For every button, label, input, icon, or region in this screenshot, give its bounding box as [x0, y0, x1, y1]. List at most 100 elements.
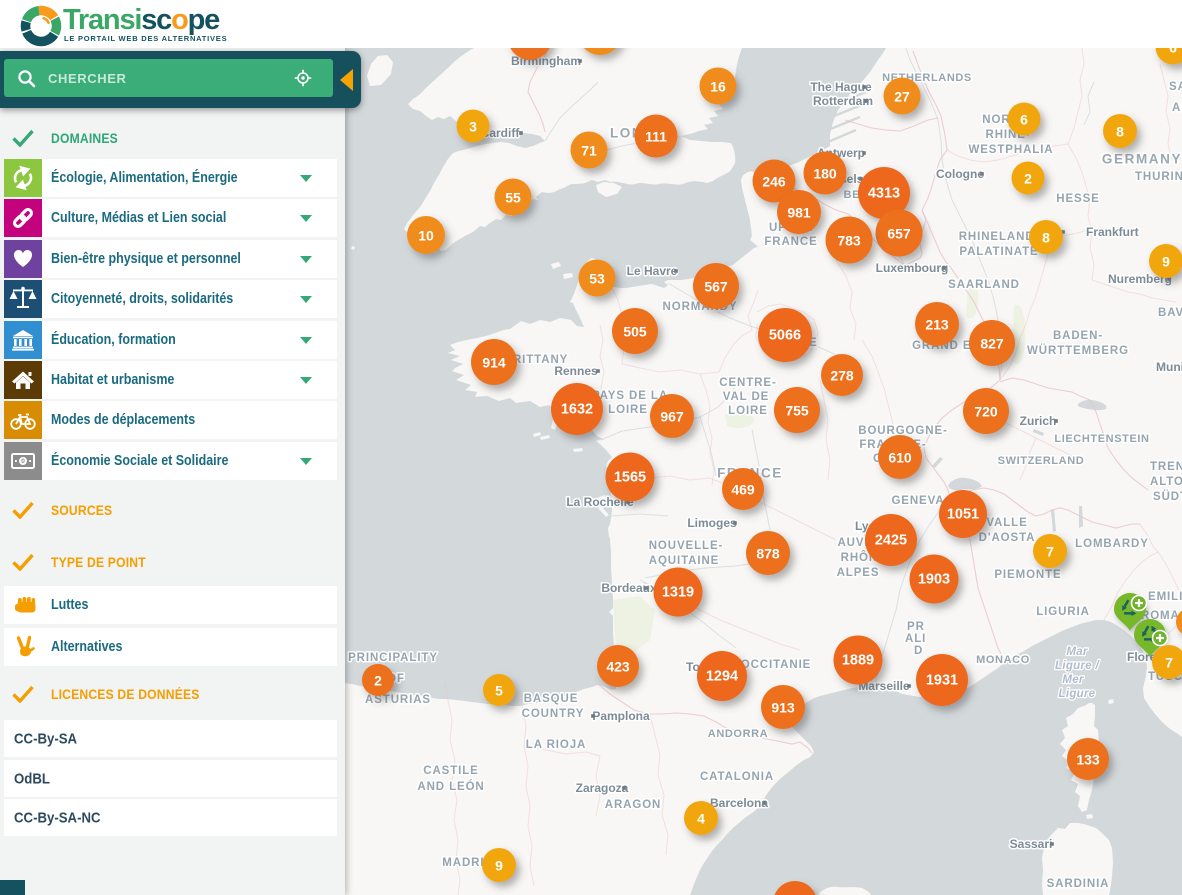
svg-text:423: 423 — [606, 659, 630, 675]
svg-text:53: 53 — [589, 271, 605, 287]
svg-text:246: 246 — [762, 174, 786, 190]
svg-text:TRENTINO-: TRENTINO- — [1150, 461, 1182, 473]
svg-text:7: 7 — [1165, 655, 1173, 671]
svg-text:Barcelona: Barcelona — [710, 796, 768, 810]
svg-text:5066: 5066 — [769, 328, 801, 344]
svg-text:SWITZERLAND: SWITZERLAND — [998, 455, 1085, 467]
svg-text:ARAGON: ARAGON — [605, 799, 662, 811]
svg-text:55: 55 — [505, 190, 521, 206]
svg-text:5: 5 — [495, 683, 503, 699]
svg-text:1565: 1565 — [614, 470, 646, 486]
svg-text:Mer: Mer — [1062, 674, 1084, 686]
svg-text:1632: 1632 — [561, 402, 593, 418]
svg-text:2: 2 — [1024, 171, 1032, 187]
svg-text:CATALONIA: CATALONIA — [700, 771, 774, 783]
svg-text:VAL DE: VAL DE — [723, 391, 770, 403]
svg-text:AND LEÓN: AND LEÓN — [417, 780, 484, 793]
svg-text:610: 610 — [888, 450, 912, 466]
svg-text:ANDORRA: ANDORRA — [708, 728, 768, 740]
svg-text:720: 720 — [974, 404, 998, 420]
svg-text:9: 9 — [1162, 254, 1170, 270]
svg-text:180: 180 — [813, 166, 837, 182]
svg-text:Limoges: Limoges — [687, 516, 737, 530]
svg-text:COUNTRY: COUNTRY — [522, 708, 585, 720]
svg-text:1889: 1889 — [842, 653, 874, 669]
svg-text:9: 9 — [495, 858, 503, 874]
svg-text:SAXONY-: SAXONY- — [1169, 81, 1182, 93]
svg-text:469: 469 — [731, 482, 755, 498]
svg-text:8: 8 — [1042, 230, 1050, 246]
svg-text:PALATINATE: PALATINATE — [959, 246, 1038, 258]
svg-text:1051: 1051 — [947, 507, 979, 523]
svg-text:71: 71 — [581, 143, 597, 159]
svg-text:Ligure: Ligure — [1059, 688, 1096, 700]
svg-text:967: 967 — [660, 409, 684, 425]
svg-text:PAYS DE LA: PAYS DE LA — [592, 390, 668, 402]
svg-text:LOIRE: LOIRE — [728, 405, 768, 417]
svg-text:657: 657 — [887, 226, 911, 242]
svg-text:914: 914 — [482, 355, 506, 371]
svg-text:133: 133 — [1076, 752, 1100, 768]
svg-text:ALTO ADIGE: ALTO ADIGE — [1150, 476, 1182, 488]
svg-text:D'AOSTA: D'AOSTA — [979, 532, 1036, 544]
svg-text:16: 16 — [710, 79, 726, 95]
svg-text:8: 8 — [1116, 124, 1124, 140]
svg-text:CASTILE: CASTILE — [423, 765, 479, 777]
svg-text:PIEMONTE: PIEMONTE — [994, 569, 1061, 581]
svg-text:1294: 1294 — [706, 669, 738, 685]
svg-text:SAARLAND: SAARLAND — [948, 279, 1020, 291]
svg-text:213: 213 — [925, 317, 949, 333]
svg-text:Bordeaux: Bordeaux — [601, 581, 657, 595]
svg-text:ALPES: ALPES — [837, 567, 880, 579]
svg-text:PRINCIPALITY: PRINCIPALITY — [348, 652, 438, 664]
svg-text:THURINGIA: THURINGIA — [1135, 171, 1182, 183]
svg-text:HESSE: HESSE — [1056, 193, 1100, 205]
svg-text:Rennes: Rennes — [554, 364, 598, 378]
svg-text:Zurich: Zurich — [1020, 414, 1057, 428]
svg-text:FRANCE: FRANCE — [764, 236, 817, 248]
svg-text:ASTURIAS: ASTURIAS — [365, 694, 431, 706]
svg-text:567: 567 — [704, 279, 728, 295]
svg-text:1319: 1319 — [662, 585, 694, 601]
svg-text:1931: 1931 — [926, 673, 958, 689]
svg-text:Luxembourg: Luxembourg — [876, 261, 949, 275]
svg-text:VALLE: VALLE — [986, 517, 1027, 529]
svg-text:Zaragoza: Zaragoza — [576, 781, 629, 795]
svg-text:BAVARIA: BAVARIA — [1158, 307, 1182, 319]
svg-text:Cologne: Cologne — [936, 167, 984, 181]
svg-text:Mar: Mar — [1066, 646, 1088, 658]
svg-text:BADEN-: BADEN- — [1053, 330, 1103, 342]
svg-text:D: D — [914, 645, 923, 657]
svg-text:Munich: Munich — [1156, 360, 1182, 374]
svg-text:CENTRE-: CENTRE- — [719, 377, 776, 389]
svg-text:GERMANY: GERMANY — [1102, 152, 1182, 167]
svg-text:27: 27 — [894, 89, 910, 105]
svg-text:4: 4 — [697, 811, 705, 827]
svg-text:MONACO: MONACO — [976, 654, 1030, 666]
svg-text:2: 2 — [374, 673, 382, 689]
svg-text:278: 278 — [830, 368, 854, 384]
svg-text:OCCITANIE: OCCITANIE — [741, 659, 812, 671]
svg-text:LIECHTENSTEIN: LIECHTENSTEIN — [1054, 433, 1149, 445]
svg-text:SÜDTIROL: SÜDTIROL — [1153, 490, 1182, 503]
svg-text:Pamplona: Pamplona — [592, 709, 650, 723]
svg-text:EMILIA-: EMILIA- — [1148, 591, 1182, 603]
svg-text:LA RIOJA: LA RIOJA — [526, 739, 586, 751]
svg-text:BASQUE: BASQUE — [524, 693, 579, 705]
svg-text:878: 878 — [756, 546, 780, 562]
svg-text:4313: 4313 — [868, 186, 900, 202]
svg-text:913: 913 — [771, 700, 795, 716]
svg-text:NOUVELLE-: NOUVELLE- — [649, 540, 724, 552]
svg-text:Frankfurt: Frankfurt — [1086, 225, 1139, 239]
svg-text:827: 827 — [980, 336, 1004, 352]
svg-text:ALI: ALI — [905, 633, 926, 645]
svg-text:RHINELAND-: RHINELAND- — [959, 231, 1040, 243]
svg-text:6: 6 — [1020, 112, 1028, 128]
svg-text:6: 6 — [1169, 48, 1177, 56]
svg-text:1903: 1903 — [918, 572, 950, 588]
svg-text:SARDINIA: SARDINIA — [1047, 878, 1110, 890]
svg-text:7: 7 — [1046, 544, 1054, 560]
svg-text:111: 111 — [645, 129, 667, 145]
svg-text:LIGURIA: LIGURIA — [1036, 606, 1090, 618]
svg-text:10: 10 — [418, 228, 434, 244]
